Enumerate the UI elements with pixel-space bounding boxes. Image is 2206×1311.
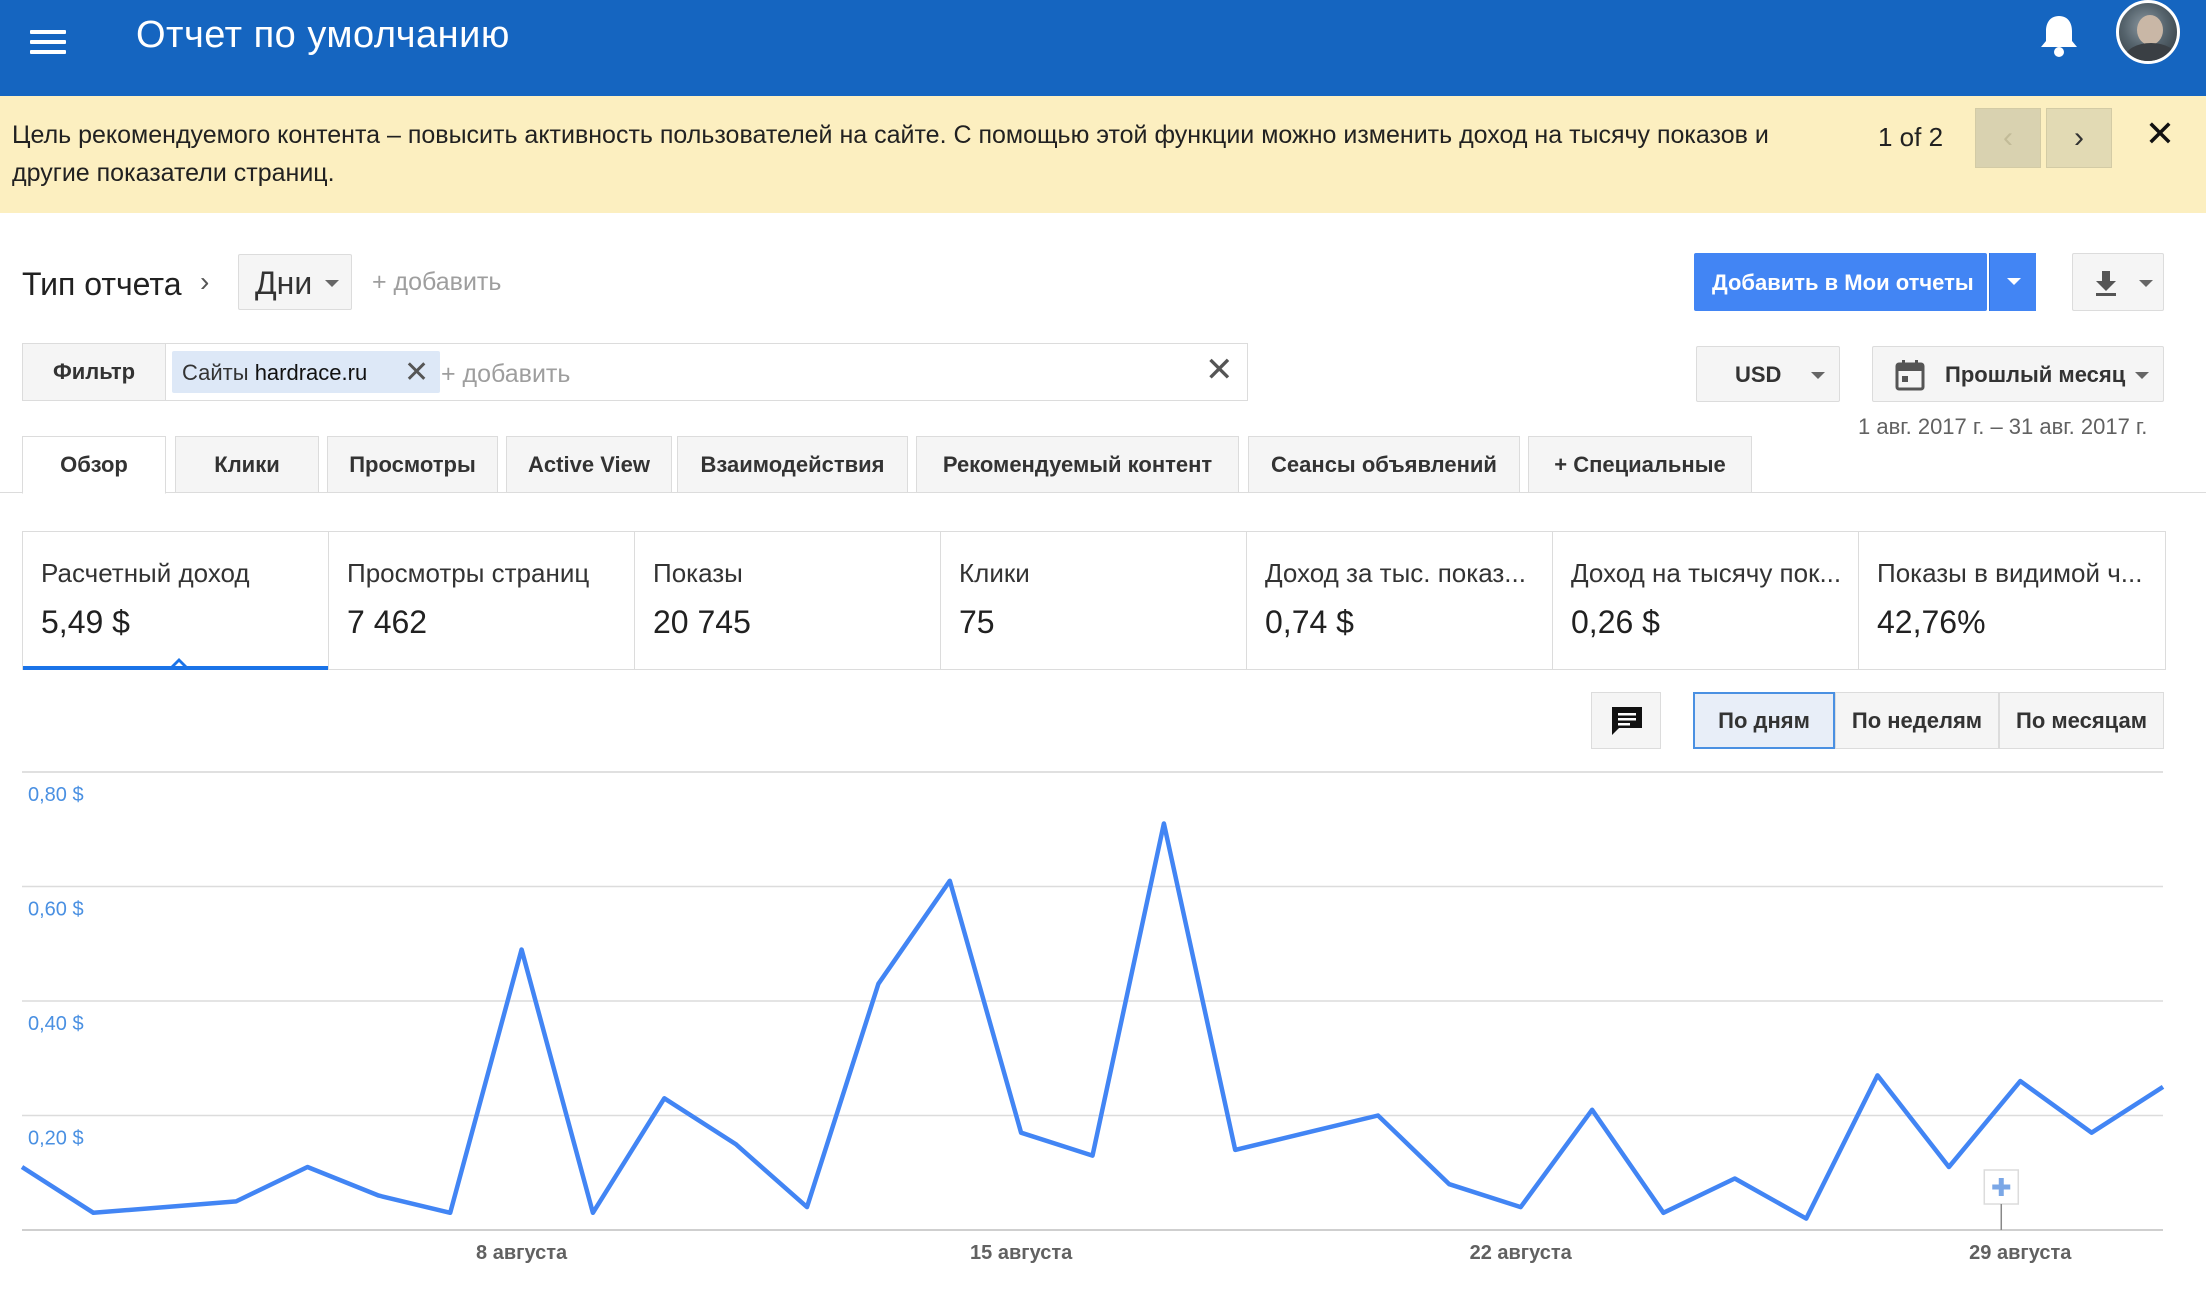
tab-custom[interactable]: + Специальные — [1528, 436, 1752, 493]
metric-estimated-earnings[interactable]: Расчетный доход 5,49 $ — [23, 532, 329, 670]
currency-dropdown[interactable]: USD — [1696, 346, 1840, 402]
tab-matched-content[interactable]: Рекомендуемый контент — [916, 436, 1239, 493]
y-tick-label: 0,60 $ — [28, 899, 84, 921]
bell-icon[interactable] — [2036, 10, 2082, 60]
x-tick-label: 15 августа — [970, 1242, 1073, 1264]
granularity-week-button[interactable]: По неделям — [1835, 692, 1999, 749]
filter-chip-prefix: Сайты — [182, 360, 249, 385]
metric-active-view-viewable[interactable]: Показы в видимой ч... 42,76% — [1859, 532, 2165, 669]
notice-banner: Цель рекомендуемого контента – повысить … — [0, 96, 2206, 213]
metric-value: 0,26 $ — [1571, 604, 1660, 640]
metric-impressions[interactable]: Показы 20 745 — [635, 532, 941, 669]
metric-label: Показы в видимой ч... — [1877, 558, 2143, 588]
close-icon[interactable]: ✕ — [404, 355, 429, 390]
close-icon[interactable]: ✕ — [2140, 114, 2180, 154]
hamburger-menu-icon[interactable] — [22, 18, 74, 70]
currency-value: USD — [1735, 362, 1782, 387]
metric-value: 0,74 $ — [1265, 604, 1354, 640]
download-icon — [2096, 271, 2116, 296]
line-chart-svg: 0,80 $ 0,60 $ 0,40 $ 0,20 $ 8 августа 15 авгу… — [20, 771, 2165, 1264]
metric-impression-rpm[interactable]: Доход за тыс. показ... 0,74 $ — [1247, 532, 1553, 669]
metric-value: 42,76% — [1877, 604, 1986, 640]
chevron-down-icon — [2135, 372, 2149, 379]
filter-bar: Фильтр Сайты hardrace.ru ✕ + добавить ✕ — [22, 343, 1248, 401]
metric-label: Доход на тысячу пок... — [1571, 558, 1842, 588]
y-tick-label: 0,20 $ — [28, 1128, 84, 1150]
metric-label: Просмотры страниц — [347, 558, 590, 588]
tab-interactions[interactable]: Взаимодействия — [677, 436, 908, 493]
dimension-dropdown[interactable]: Дни — [238, 254, 352, 310]
filter-add-input[interactable]: + добавить — [441, 360, 570, 389]
tab-active-view[interactable]: Active View — [506, 436, 672, 493]
granularity-month-button[interactable]: По месяцам — [1999, 692, 2164, 749]
app-bar: Отчет по умолчанию — [0, 0, 2206, 96]
x-tick-label: 8 августа — [476, 1242, 568, 1264]
x-tick-label: 29 августа — [1969, 1242, 2072, 1264]
metric-value: 7 462 — [347, 604, 428, 640]
add-annotation-icon[interactable] — [1983, 1169, 2020, 1230]
add-to-my-reports-label: Добавить в Мои отчеты — [1712, 270, 1974, 295]
date-preset-value: Прошлый месяц — [1945, 362, 2126, 387]
metric-page-views[interactable]: Просмотры страниц 7 462 — [329, 532, 635, 669]
prev-notice-button[interactable]: ‹ — [1975, 108, 2041, 168]
add-to-my-reports-button[interactable]: Добавить в Мои отчеты — [1694, 253, 1987, 311]
metric-value: 20 745 — [653, 604, 751, 640]
series-line — [20, 821, 2165, 1221]
filter-label: Фильтр — [23, 344, 166, 400]
tab-views[interactable]: Просмотры — [327, 436, 498, 493]
metric-value: 75 — [959, 604, 995, 640]
metric-label: Доход за тыс. показ... — [1265, 558, 1526, 588]
tab-ad-sessions[interactable]: Сеансы объявлений — [1248, 436, 1520, 493]
notice-text: Цель рекомендуемого контента – повысить … — [12, 121, 1769, 187]
metrics-bar: Расчетный доход 5,49 $ Просмотры страниц… — [22, 531, 2166, 670]
chevron-down-icon — [2007, 278, 2021, 285]
granularity-day-button[interactable]: По дням — [1693, 692, 1835, 749]
chevron-down-icon — [1811, 372, 1825, 379]
report-type-label: Тип отчета — [22, 266, 182, 302]
chevron-down-icon — [325, 280, 339, 287]
date-range-dropdown[interactable]: Прошлый месяц — [1872, 346, 2164, 402]
add-dimension-link[interactable]: + добавить — [372, 268, 501, 297]
add-to-reports-menu-button[interactable] — [1989, 253, 2036, 311]
filter-chip[interactable]: Сайты hardrace.ru ✕ — [172, 351, 440, 393]
tab-clicks[interactable]: Клики — [175, 436, 319, 493]
metric-label: Расчетный доход — [41, 558, 250, 588]
earnings-chart: 0,80 $ 0,60 $ 0,40 $ 0,20 $ 8 августа 15 авгу… — [0, 760, 2206, 1280]
clear-filter-icon[interactable]: ✕ — [1205, 350, 1234, 390]
metric-label: Клики — [959, 558, 1030, 588]
comment-icon — [1612, 707, 1642, 735]
y-tick-label: 0,80 $ — [28, 784, 84, 806]
dimension-value: Дни — [255, 265, 313, 301]
avatar[interactable] — [2116, 0, 2180, 64]
date-range-text: 1 авг. 2017 г. – 31 авг. 2017 г. — [1858, 414, 2148, 439]
metric-clicks[interactable]: Клики 75 — [941, 532, 1247, 669]
filter-chip-text: Сайты hardrace.ru — [182, 360, 367, 386]
chevron-down-icon — [2139, 280, 2153, 287]
calendar-icon — [1895, 360, 1925, 391]
metric-value: 5,49 $ — [41, 604, 130, 640]
download-dropdown[interactable] — [2072, 253, 2164, 311]
chevron-right-icon: › — [200, 266, 210, 297]
annotation-button[interactable] — [1591, 692, 1661, 749]
page-title: Отчет по умолчанию — [136, 14, 510, 56]
next-notice-button[interactable]: › — [2046, 108, 2112, 168]
y-tick-label: 0,40 $ — [28, 1013, 84, 1035]
filter-chip-value: hardrace.ru — [254, 360, 368, 385]
metric-label: Показы — [653, 558, 743, 588]
metric-page-rpm[interactable]: Доход на тысячу пок... 0,26 $ — [1553, 532, 1859, 669]
notice-pager: 1 of 2 — [1878, 122, 1944, 152]
tab-overview[interactable]: Обзор — [22, 436, 166, 494]
x-tick-label: 22 августа — [1470, 1242, 1573, 1264]
